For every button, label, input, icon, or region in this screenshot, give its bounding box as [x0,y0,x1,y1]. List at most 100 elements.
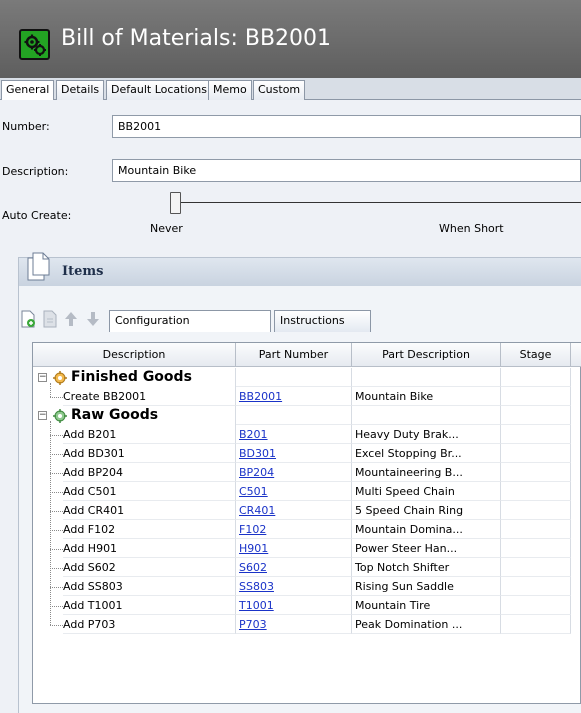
cell-description: Add SS803 [63,577,236,596]
empty-cell [352,406,501,425]
description-field[interactable]: Mountain Bike [112,159,581,182]
part-number-link[interactable]: CR401 [239,504,275,517]
part-number-link[interactable]: SS803 [239,580,274,593]
collapse-icon[interactable]: − [38,411,47,420]
table-row[interactable]: Add C501 C501 Multi Speed Chain [33,482,581,501]
gears-icon [19,29,50,60]
description-label: Description: [2,165,69,178]
cell-part-number: F102 [236,520,352,539]
collapse-icon[interactable]: − [38,373,47,382]
table-row[interactable]: Add BP204 BP204 Mountaineering B... [33,463,581,482]
window-titlebar: Bill of Materials: BB2001 [0,0,581,78]
tree-connector [50,587,63,588]
cell-part-description: Mountain Domina... [352,520,501,539]
subtab-configuration[interactable]: Configuration [109,310,271,332]
table-row[interactable]: Add CR401 CR401 5 Speed Chain Ring [33,501,581,520]
part-number-link[interactable]: C501 [239,485,268,498]
part-number-link[interactable]: T1001 [239,599,274,612]
cell-part-description: Mountain Tire [352,596,501,615]
column-stage[interactable]: Stage [501,343,571,367]
cell-part-description: Mountaineering B... [352,463,501,482]
tree-connector [50,511,63,512]
table-row[interactable]: Add H901 H901 Power Steer Han... [33,539,581,558]
tree-connector [50,473,63,474]
column-description[interactable]: Description [33,343,236,367]
table-row[interactable]: Add B201 B201 Heavy Duty Brak... [33,425,581,444]
part-number-link[interactable]: P703 [239,618,267,631]
cell-part-description: Rising Sun Saddle [352,577,501,596]
cell-stage [501,615,571,634]
cell-stage [501,387,571,406]
tree-connector [50,492,63,493]
auto-create-slider-track [176,202,581,203]
tab-general[interactable]: General [1,80,55,101]
empty-cell [501,368,571,387]
tab-memo[interactable]: Memo [208,80,252,100]
part-number-link[interactable]: S602 [239,561,267,574]
cell-part-description: Top Notch Shifter [352,558,501,577]
group-row[interactable]: − Finished Goods [33,368,581,387]
column-part-description[interactable]: Part Description [352,343,501,367]
cell-part-description: Mountain Bike [352,387,501,406]
tab-details[interactable]: Details [56,80,105,100]
cell-description: Add CR401 [63,501,236,520]
add-item-icon[interactable] [20,310,36,331]
part-number-link[interactable]: H901 [239,542,268,555]
cell-stage [501,463,571,482]
cell-description: Add BD301 [63,444,236,463]
cell-description: Add P703 [63,615,236,634]
cell-stage [501,425,571,444]
cell-part-description: Peak Domination ... [352,615,501,634]
cell-stage [501,596,571,615]
cell-description: Add BP204 [63,463,236,482]
table-row[interactable]: Add S602 S602 Top Notch Shifter [33,558,581,577]
cell-description: Add B201 [63,425,236,444]
part-number-link[interactable]: BD301 [239,447,276,460]
group-row[interactable]: − Raw Goods [33,406,581,425]
auto-create-option-never[interactable]: Never [150,222,183,235]
auto-create-option-when-short[interactable]: When Short [439,222,504,235]
cell-part-number: C501 [236,482,352,501]
tab-custom[interactable]: Custom [253,80,306,100]
table-row[interactable]: Add SS803 SS803 Rising Sun Saddle [33,577,581,596]
cell-description: Create BB2001 [63,387,236,406]
table-row[interactable]: Add BD301 BD301 Excel Stopping Br... [33,444,581,463]
cell-part-description: Heavy Duty Brak... [352,425,501,444]
auto-create-label: Auto Create: [2,209,72,222]
cell-stage [501,539,571,558]
subtab-instructions[interactable]: Instructions [274,310,371,332]
part-number-link[interactable]: BB2001 [239,390,282,403]
number-field[interactable]: BB2001 [112,115,581,138]
part-number-link[interactable]: B201 [239,428,268,441]
page-icon [25,252,51,285]
window-title: Bill of Materials: BB2001 [61,26,332,51]
grid-header: Description Part Number Part Description… [33,343,581,367]
items-header: Items [19,252,581,286]
column-part-number[interactable]: Part Number [236,343,352,367]
part-number-link[interactable]: BP204 [239,466,274,479]
cell-description: Add C501 [63,482,236,501]
table-row[interactable]: Add P703 P703 Peak Domination ... [33,615,581,634]
move-down-icon[interactable] [86,310,100,331]
table-row[interactable]: Create BB2001 BB2001 Mountain Bike [33,387,581,406]
auto-create-slider-thumb[interactable] [170,192,181,214]
cell-description: Add H901 [63,539,236,558]
cell-part-description: Multi Speed Chain [352,482,501,501]
tree-connector [50,454,63,455]
part-number-link[interactable]: F102 [239,523,266,536]
cell-stage [501,520,571,539]
tab-default-locations[interactable]: Default Locations [106,80,212,100]
delete-item-icon[interactable] [42,310,58,331]
cell-part-description: Power Steer Han... [352,539,501,558]
cell-part-number: S602 [236,558,352,577]
cell-part-number: CR401 [236,501,352,520]
tree-line [50,383,51,397]
cell-description: Add T1001 [63,596,236,615]
cell-stage [501,444,571,463]
table-row[interactable]: Add T1001 T1001 Mountain Tire [33,596,581,615]
move-up-icon[interactable] [64,310,78,331]
cell-description: Add F102 [63,520,236,539]
table-row[interactable]: Add F102 F102 Mountain Domina... [33,520,581,539]
cell-part-number: BB2001 [236,387,352,406]
cell-part-number: SS803 [236,577,352,596]
